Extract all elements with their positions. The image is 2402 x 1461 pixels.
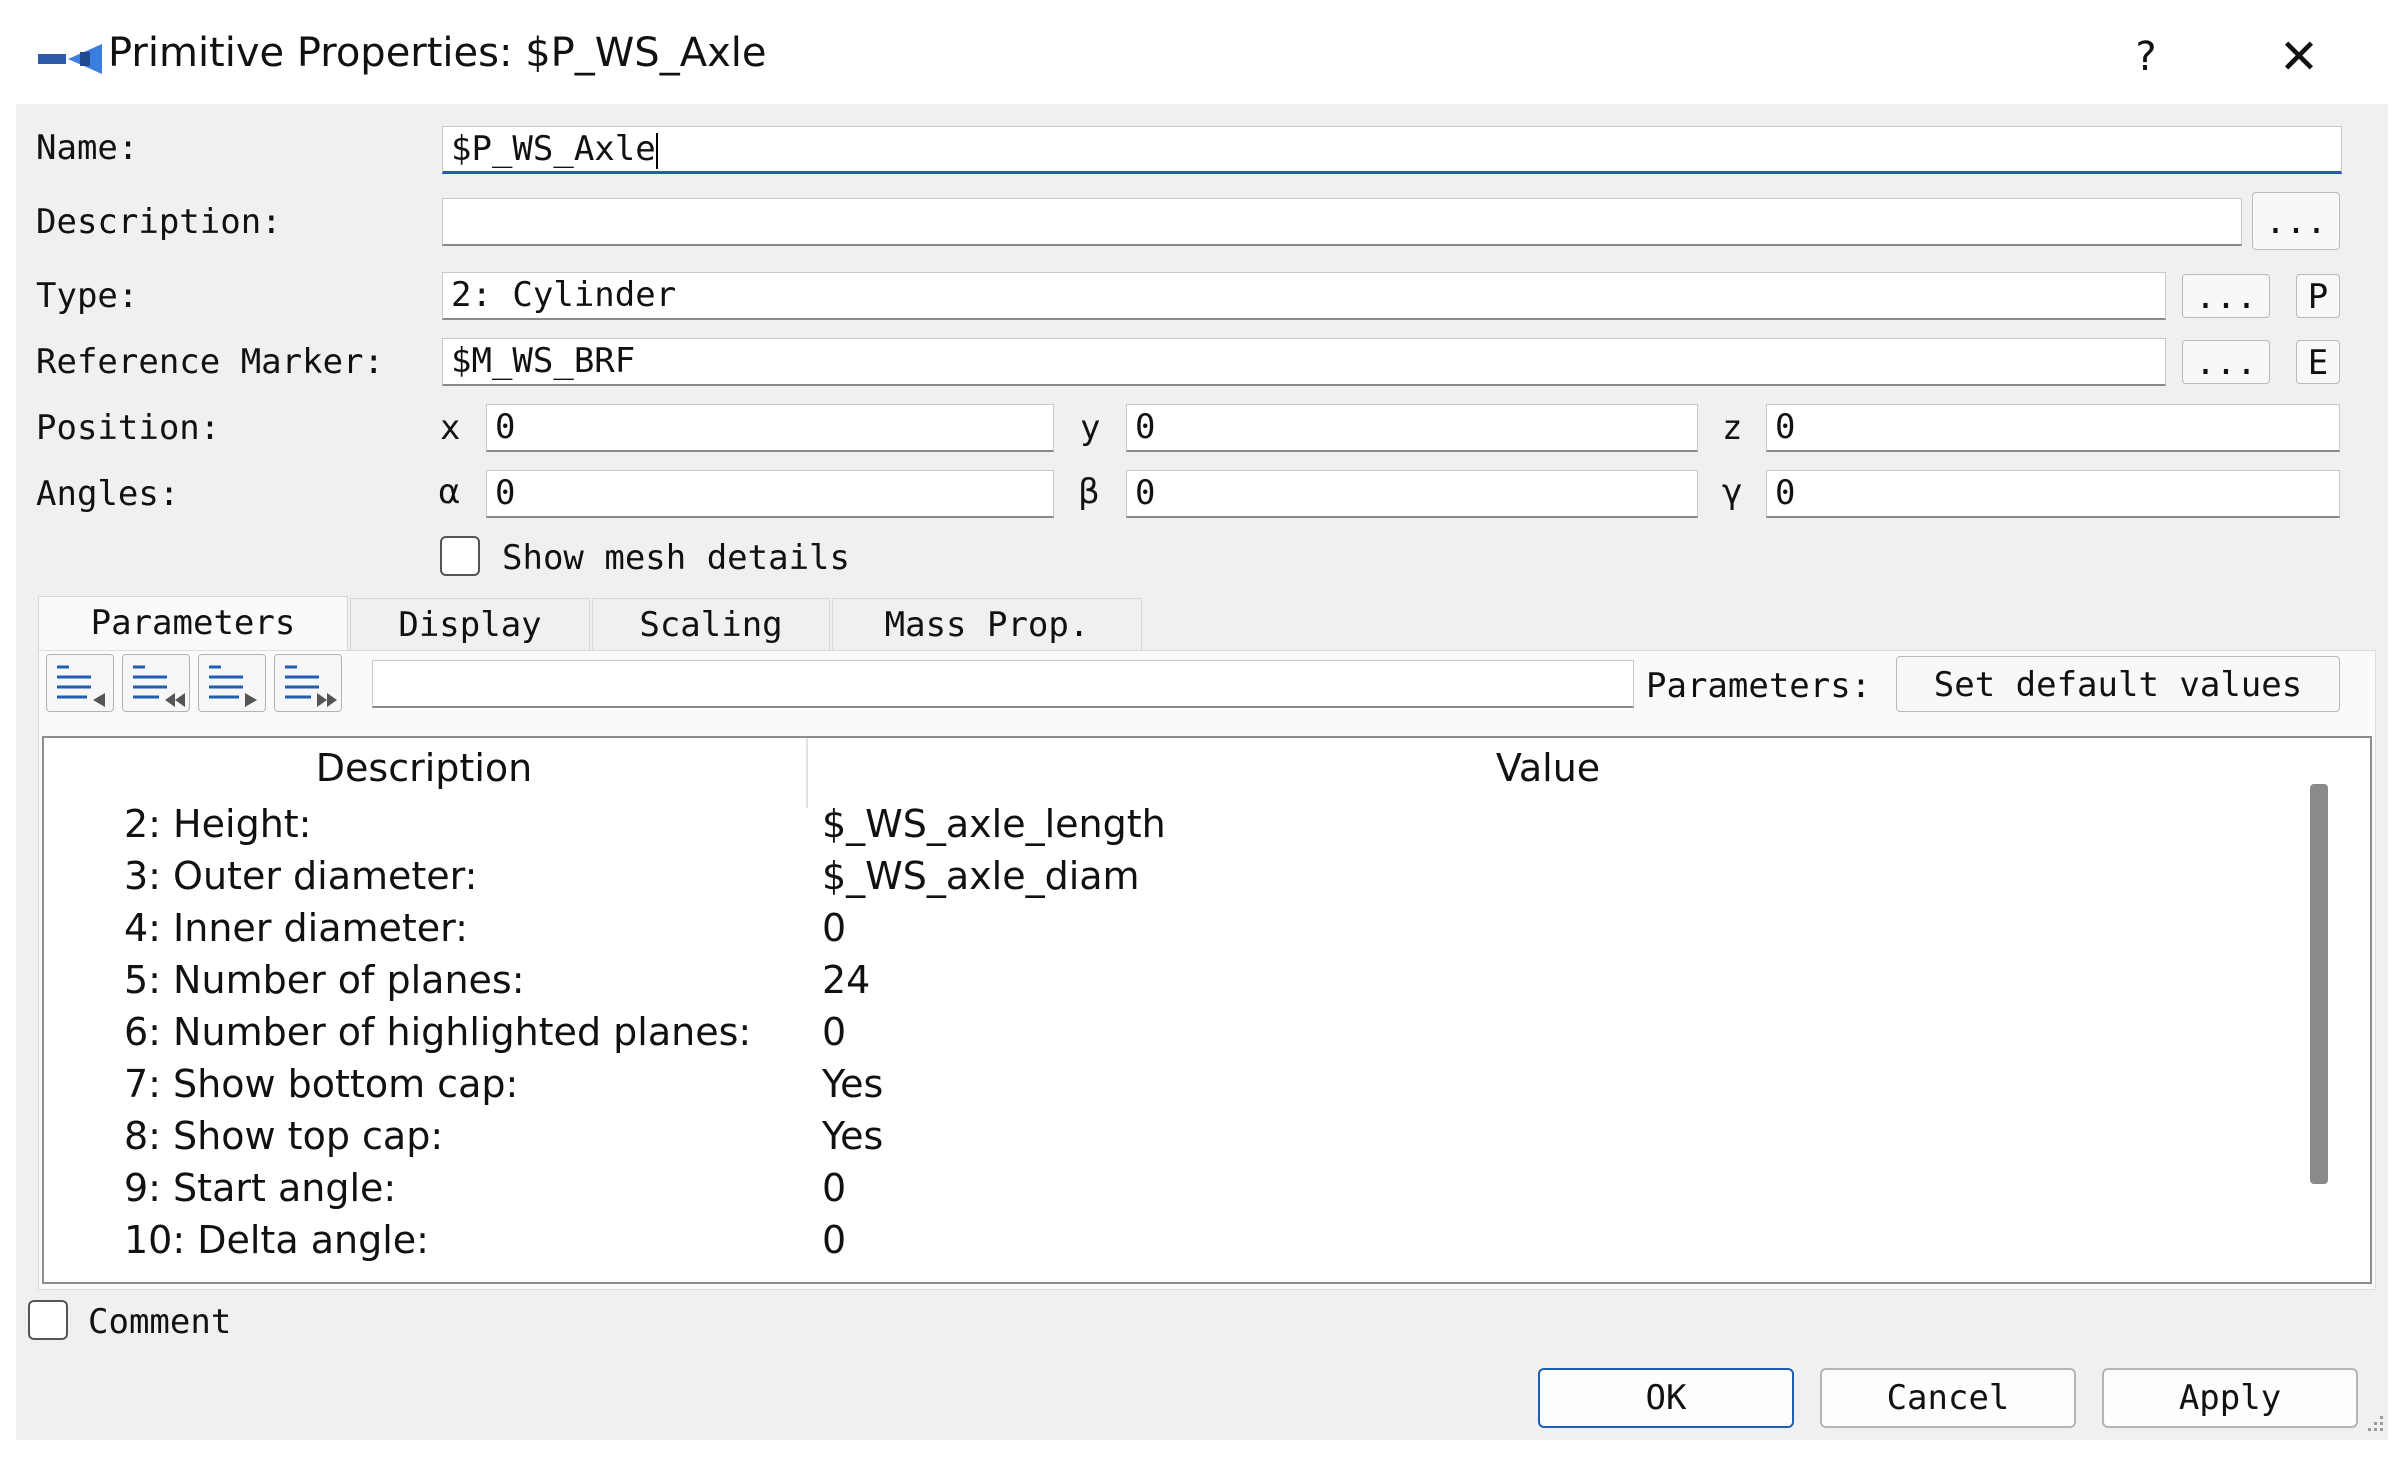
param-value-cell[interactable]: 24 [822,958,870,1002]
text-cursor [655,132,658,169]
angle-beta-input[interactable]: 0 [1126,470,1698,518]
tab-display[interactable]: Display [350,598,590,650]
position-y-label: y [1080,408,1101,448]
position-z-input[interactable]: 0 [1766,404,2340,452]
angle-gamma-label: γ [1722,472,1743,512]
tab-parameters[interactable]: Parameters [38,596,348,650]
set-default-values-button[interactable]: Set default values [1896,656,2340,712]
comment-label: Comment [88,1302,232,1342]
name-input[interactable]: $P_WS_Axle [442,126,2342,174]
param-description-cell: 4: Inner diameter: [124,906,468,950]
param-value-cell[interactable]: Yes [822,1114,883,1158]
type-input[interactable]: 2: Cylinder [442,272,2166,320]
reference-marker-input[interactable]: $M_WS_BRF [442,338,2166,386]
app-icon [38,44,102,74]
apply-button[interactable]: Apply [2102,1368,2358,1428]
parameters-label: Parameters: [1646,666,1872,706]
position-x-input[interactable]: 0 [486,404,1054,452]
vertical-scrollbar[interactable] [2290,740,2370,1282]
description-input[interactable] [442,198,2242,246]
param-value-cell[interactable]: 0 [822,1010,846,1054]
type-p-button[interactable]: P [2296,274,2340,318]
angle-alpha-input[interactable]: 0 [486,470,1054,518]
position-z-label: z [1722,408,1743,448]
param-value-cell[interactable]: $_WS_axle_diam [822,854,1140,898]
show-mesh-details-checkbox[interactable] [440,536,480,576]
comment-checkbox[interactable] [28,1300,68,1340]
name-input-value: $P_WS_Axle [451,129,656,169]
list-prev-icon[interactable] [46,654,114,712]
angle-beta-label: β [1078,472,1100,512]
primitive-properties-dialog: Primitive Properties: $P_WS_Axle ? ✕ Nam… [16,0,2388,1440]
param-value-cell[interactable]: Yes [822,1062,883,1106]
tab-mass-prop[interactable]: Mass Prop. [832,598,1142,650]
param-description-cell: 10: Delta angle: [124,1218,429,1262]
reference-marker-e-button[interactable]: E [2296,340,2340,384]
angle-alpha-label: α [438,472,461,512]
position-x-label: x [440,408,461,448]
help-button[interactable]: ? [2118,26,2174,88]
description-label: Description: [36,202,282,242]
cancel-button[interactable]: Cancel [1820,1368,2076,1428]
type-label: Type: [36,276,139,316]
angle-gamma-input[interactable]: 0 [1766,470,2340,518]
list-last-icon[interactable] [274,654,342,712]
param-value-cell[interactable]: $_WS_axle_length [822,802,1166,846]
angles-label: Angles: [36,474,180,514]
resize-grip-icon[interactable] [2364,1412,2386,1434]
position-label: Position: [36,408,221,448]
show-mesh-details-label: Show mesh details [502,538,850,578]
description-browse-button[interactable]: ... [2252,192,2340,250]
param-value-cell[interactable]: 0 [822,1218,846,1262]
param-description-cell: 7: Show bottom cap: [124,1062,519,1106]
list-next-icon[interactable] [198,654,266,712]
param-description-cell: 5: Number of planes: [124,958,525,1002]
param-description-cell: 6: Number of highlighted planes: [124,1010,752,1054]
tab-scaling[interactable]: Scaling [592,598,830,650]
reference-marker-label: Reference Marker: [36,342,384,382]
column-header-value[interactable]: Value [808,746,2288,790]
param-description-cell: 2: Height: [124,802,312,846]
close-button[interactable]: ✕ [2266,26,2332,88]
window-title: Primitive Properties: $P_WS_Axle [108,30,767,76]
scrollbar-thumb[interactable] [2310,784,2328,1184]
parameter-table: Description Value 2: Height: $_WS_axle_le… [42,736,2372,1284]
position-y-input[interactable]: 0 [1126,404,1698,452]
param-description-cell: 8: Show top cap: [124,1114,444,1158]
title-bar: Primitive Properties: $P_WS_Axle ? ✕ [16,0,2388,104]
name-label: Name: [36,128,139,168]
column-header-description[interactable]: Description [44,746,804,790]
ok-button[interactable]: OK [1538,1368,1794,1428]
param-description-cell: 3: Outer diameter: [124,854,478,898]
reference-marker-browse-button[interactable]: ... [2182,340,2270,384]
param-value-cell[interactable]: 0 [822,1166,846,1210]
list-first-icon[interactable] [122,654,190,712]
param-description-cell: 9: Start angle: [124,1166,397,1210]
type-browse-button[interactable]: ... [2182,274,2270,318]
param-value-cell[interactable]: 0 [822,906,846,950]
parameter-filter-input[interactable] [372,660,1634,708]
